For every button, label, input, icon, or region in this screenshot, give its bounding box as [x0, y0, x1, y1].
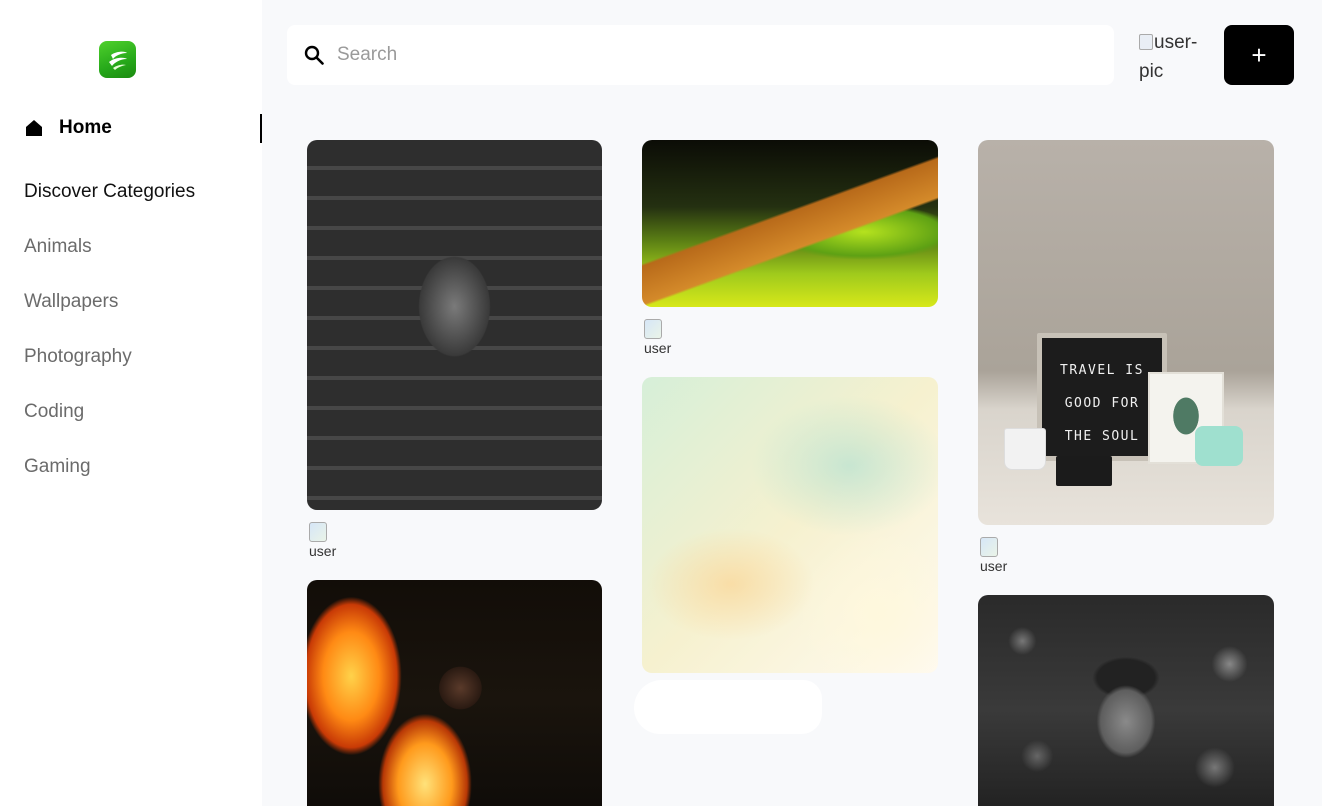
- avatar[interactable]: user-pic: [1139, 28, 1209, 88]
- camera-icon: [1195, 426, 1243, 466]
- loading-placeholder: [634, 680, 822, 734]
- pin-user-avatar[interactable]: user: [307, 520, 343, 558]
- broken-image-icon: [309, 522, 327, 542]
- sidebar-item-gaming[interactable]: Gaming: [24, 456, 91, 478]
- pin-user-avatar[interactable]: user: [978, 535, 1014, 573]
- pin-user-alt-text: user: [980, 558, 1008, 573]
- categories-heading: Discover Categories: [24, 181, 196, 202]
- app-logo-icon[interactable]: [99, 41, 136, 78]
- sidebar-item-label: Home: [59, 117, 112, 138]
- pin-fire-performer[interactable]: [307, 580, 602, 806]
- sidebar-item-photography[interactable]: Photography: [24, 346, 132, 368]
- board-line: TRAVEL IS: [1060, 363, 1144, 378]
- search-icon: [303, 44, 325, 66]
- sidebar-item-coding[interactable]: Coding: [24, 401, 84, 423]
- add-pin-button[interactable]: +: [1224, 25, 1294, 85]
- pin-boy-portrait[interactable]: [978, 595, 1274, 806]
- pin-user-alt-text: user: [309, 543, 337, 558]
- search-input[interactable]: [337, 44, 1077, 66]
- pin-travel-board[interactable]: TRAVEL IS GOOD FOR THE SOUL: [978, 140, 1274, 525]
- passport: [1056, 456, 1112, 486]
- board-line: THE SOUL: [1064, 429, 1140, 444]
- sidebar: Home Discover Categories Animals Wallpap…: [0, 0, 262, 806]
- logo-swoosh-icon: [108, 51, 127, 70]
- pin-user-alt-text: user: [644, 340, 672, 355]
- pin-user-avatar[interactable]: user: [642, 317, 678, 355]
- sidebar-item-animals[interactable]: Animals: [24, 236, 92, 258]
- pin-watercolor[interactable]: [642, 377, 938, 673]
- pin-guitar-player[interactable]: [307, 140, 602, 510]
- broken-image-icon: [980, 537, 998, 557]
- board-line: GOOD FOR: [1064, 396, 1140, 411]
- sidebar-item-wallpapers[interactable]: Wallpapers: [24, 291, 118, 313]
- search-bar[interactable]: [287, 25, 1114, 85]
- active-indicator: [260, 114, 262, 143]
- broken-image-icon: [644, 319, 662, 339]
- broken-image-icon: [1139, 34, 1153, 50]
- mug: [1004, 428, 1046, 470]
- pin-park-path[interactable]: [642, 140, 938, 307]
- home-icon: [24, 118, 44, 138]
- app-root: Home Discover Categories Animals Wallpap…: [0, 0, 1322, 806]
- sidebar-item-home[interactable]: Home: [24, 112, 262, 144]
